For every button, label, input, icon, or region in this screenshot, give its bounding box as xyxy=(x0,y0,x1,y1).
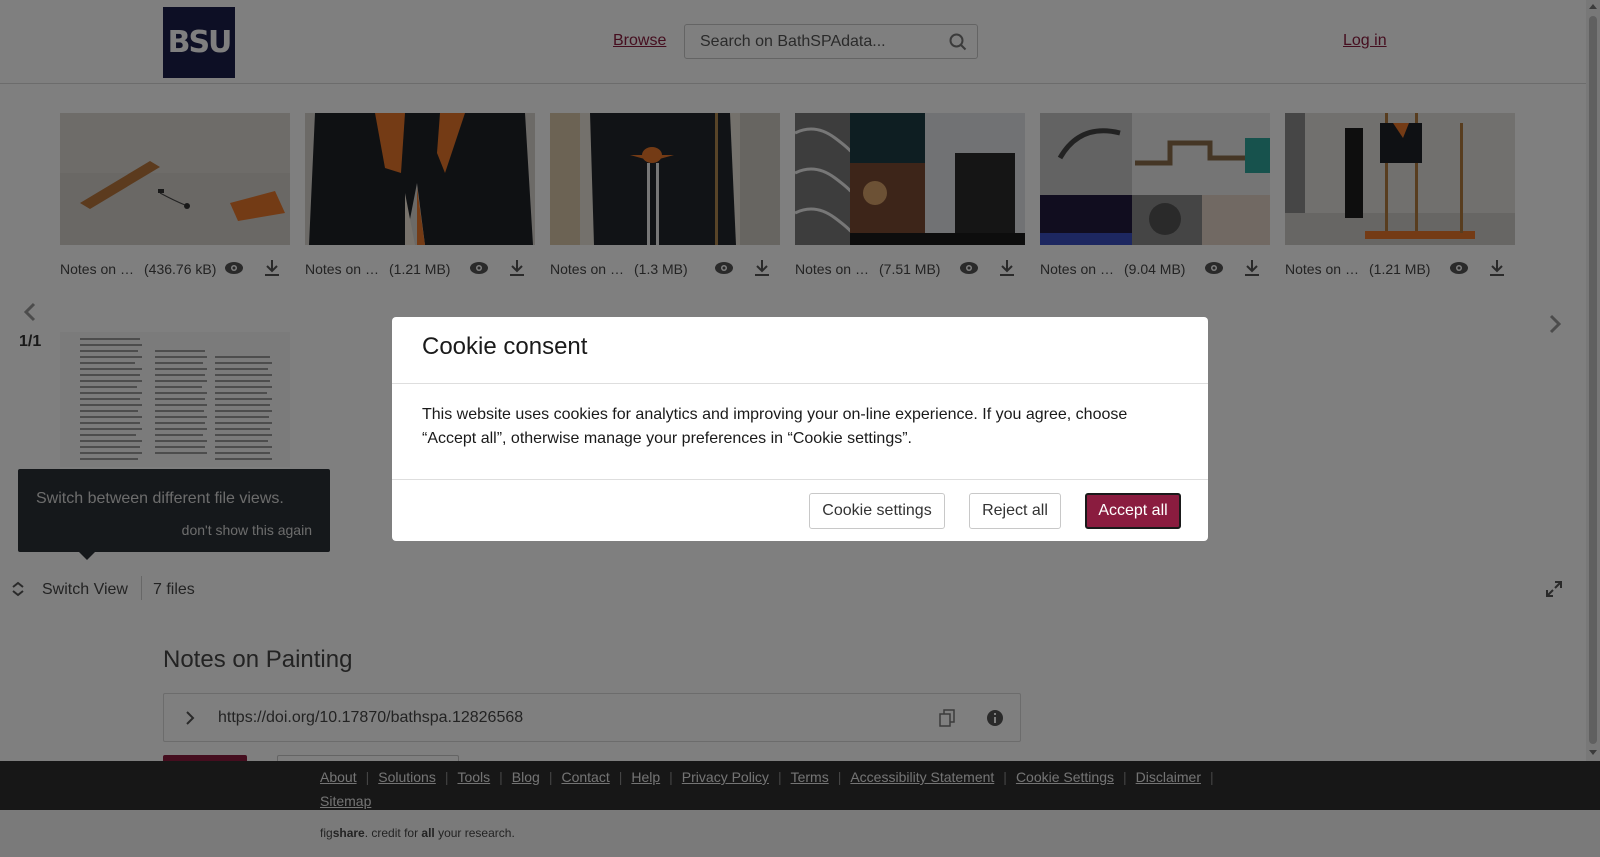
cookie-settings-button[interactable]: Cookie settings xyxy=(809,493,945,529)
cookie-consent-modal: Cookie consent This website uses cookies… xyxy=(392,317,1208,541)
divider xyxy=(392,383,1208,384)
modal-body: This website uses cookies for analytics … xyxy=(422,406,1128,447)
accept-all-button[interactable]: Accept all xyxy=(1085,493,1181,529)
divider xyxy=(392,479,1208,480)
modal-title: Cookie consent xyxy=(422,333,588,360)
reject-all-button[interactable]: Reject all xyxy=(969,493,1061,529)
